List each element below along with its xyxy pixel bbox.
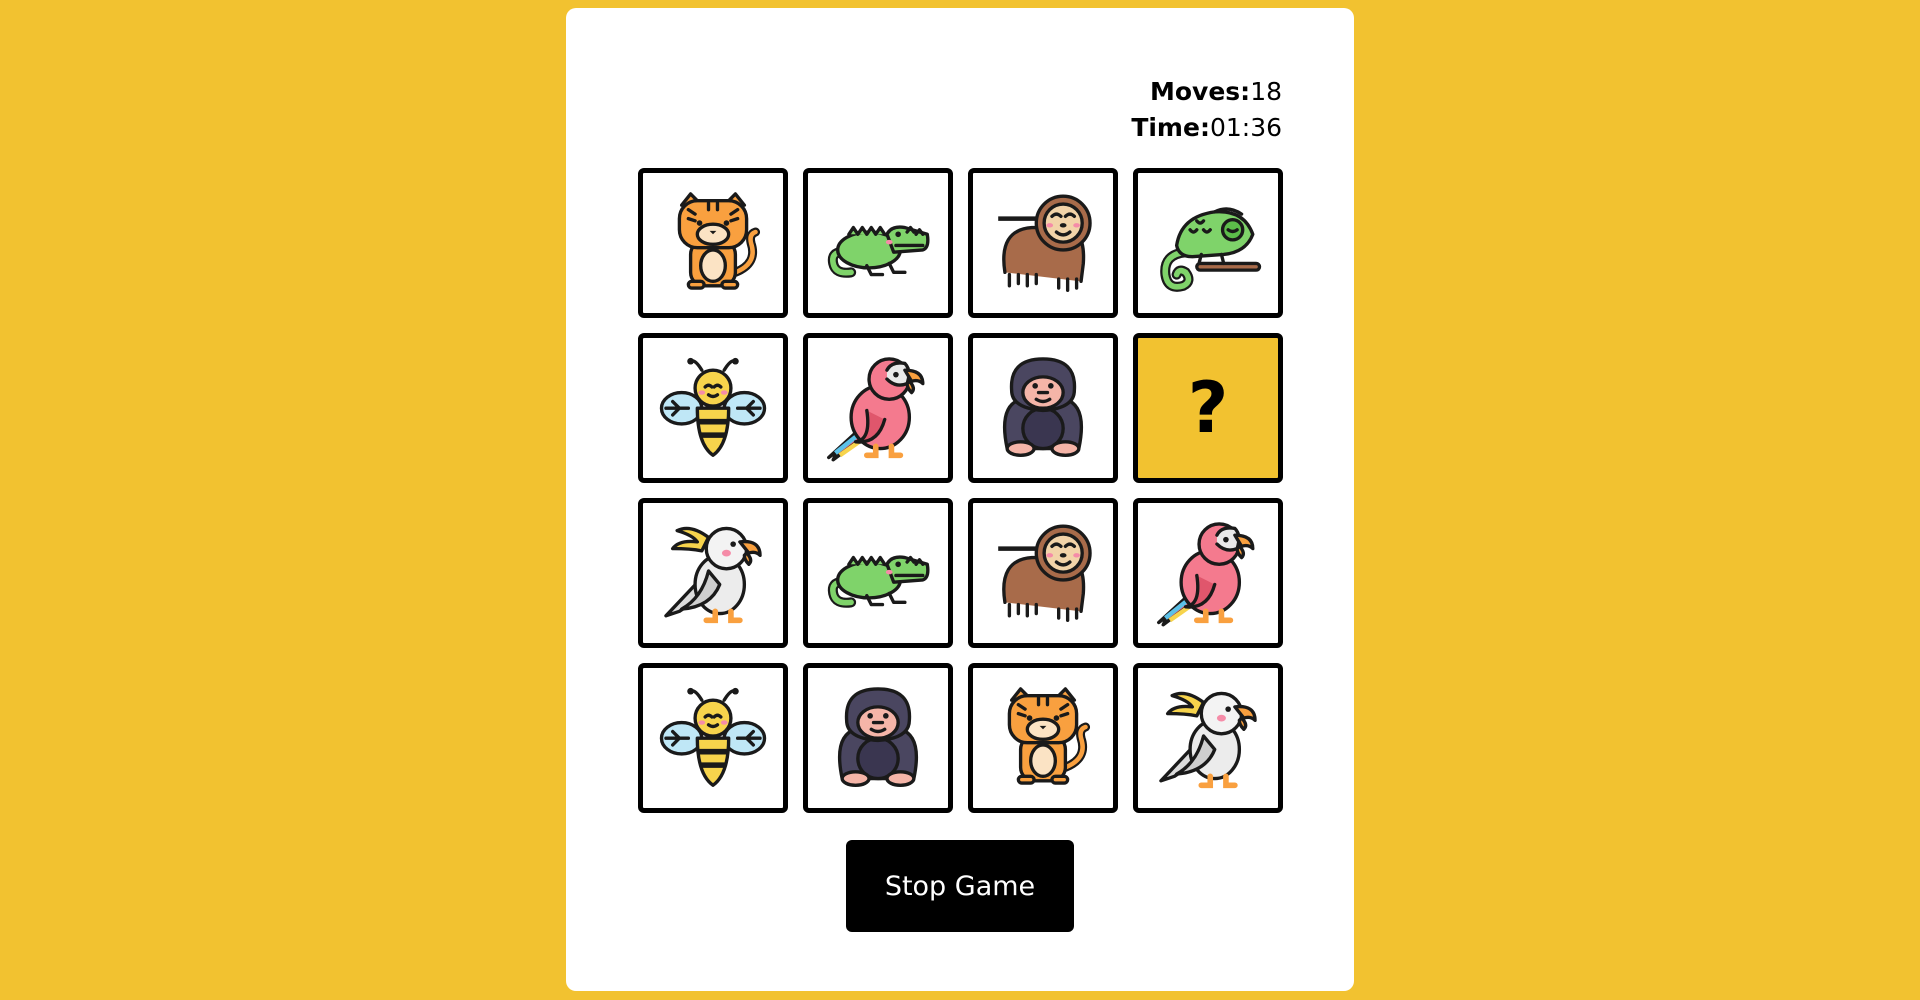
cockatoo-icon (657, 515, 769, 631)
moves-label: Moves: (1150, 77, 1251, 106)
timer: Time:01:36 (1131, 110, 1282, 146)
moves-counter: Moves:18 (1131, 74, 1282, 110)
card-tiger[interactable] (968, 663, 1118, 813)
gorilla-icon (822, 680, 934, 796)
card-bee[interactable] (638, 333, 788, 483)
card-grid: ? (638, 168, 1283, 820)
bee-icon (657, 680, 769, 796)
cockatoo-icon (1152, 680, 1264, 796)
card-bee[interactable] (638, 663, 788, 813)
stop-game-button[interactable]: Stop Game (846, 840, 1074, 932)
card-crocodile[interactable] (803, 498, 953, 648)
card-sloth[interactable] (968, 498, 1118, 648)
chameleon-icon (1152, 185, 1264, 301)
crocodile-icon (822, 185, 934, 301)
macaw-icon (1152, 515, 1264, 631)
crocodile-icon (822, 515, 934, 631)
card-chameleon[interactable] (1133, 168, 1283, 318)
card-tiger[interactable] (638, 168, 788, 318)
question-mark-icon: ? (1187, 367, 1229, 449)
sloth-icon (987, 185, 1099, 301)
card-cockatoo[interactable] (638, 498, 788, 648)
card-cockatoo[interactable] (1133, 663, 1283, 813)
macaw-icon (822, 350, 934, 466)
gorilla-icon (987, 350, 1099, 466)
sloth-icon (987, 515, 1099, 631)
card-gorilla[interactable] (803, 663, 953, 813)
moves-value: 18 (1250, 77, 1282, 106)
time-label: Time: (1131, 113, 1210, 142)
card-gorilla[interactable] (968, 333, 1118, 483)
card-sloth[interactable] (968, 168, 1118, 318)
card-macaw[interactable] (1133, 498, 1283, 648)
card-macaw[interactable] (803, 333, 953, 483)
card-hidden[interactable]: ? (1133, 333, 1283, 483)
time-value: 01:36 (1209, 113, 1282, 142)
card-crocodile[interactable] (803, 168, 953, 318)
stats: Moves:18 Time:01:36 (1131, 74, 1282, 146)
game-panel: Moves:18 Time:01:36 ? Stop Game (566, 8, 1354, 991)
bee-icon (657, 350, 769, 466)
tiger-icon (987, 680, 1099, 796)
tiger-icon (657, 185, 769, 301)
